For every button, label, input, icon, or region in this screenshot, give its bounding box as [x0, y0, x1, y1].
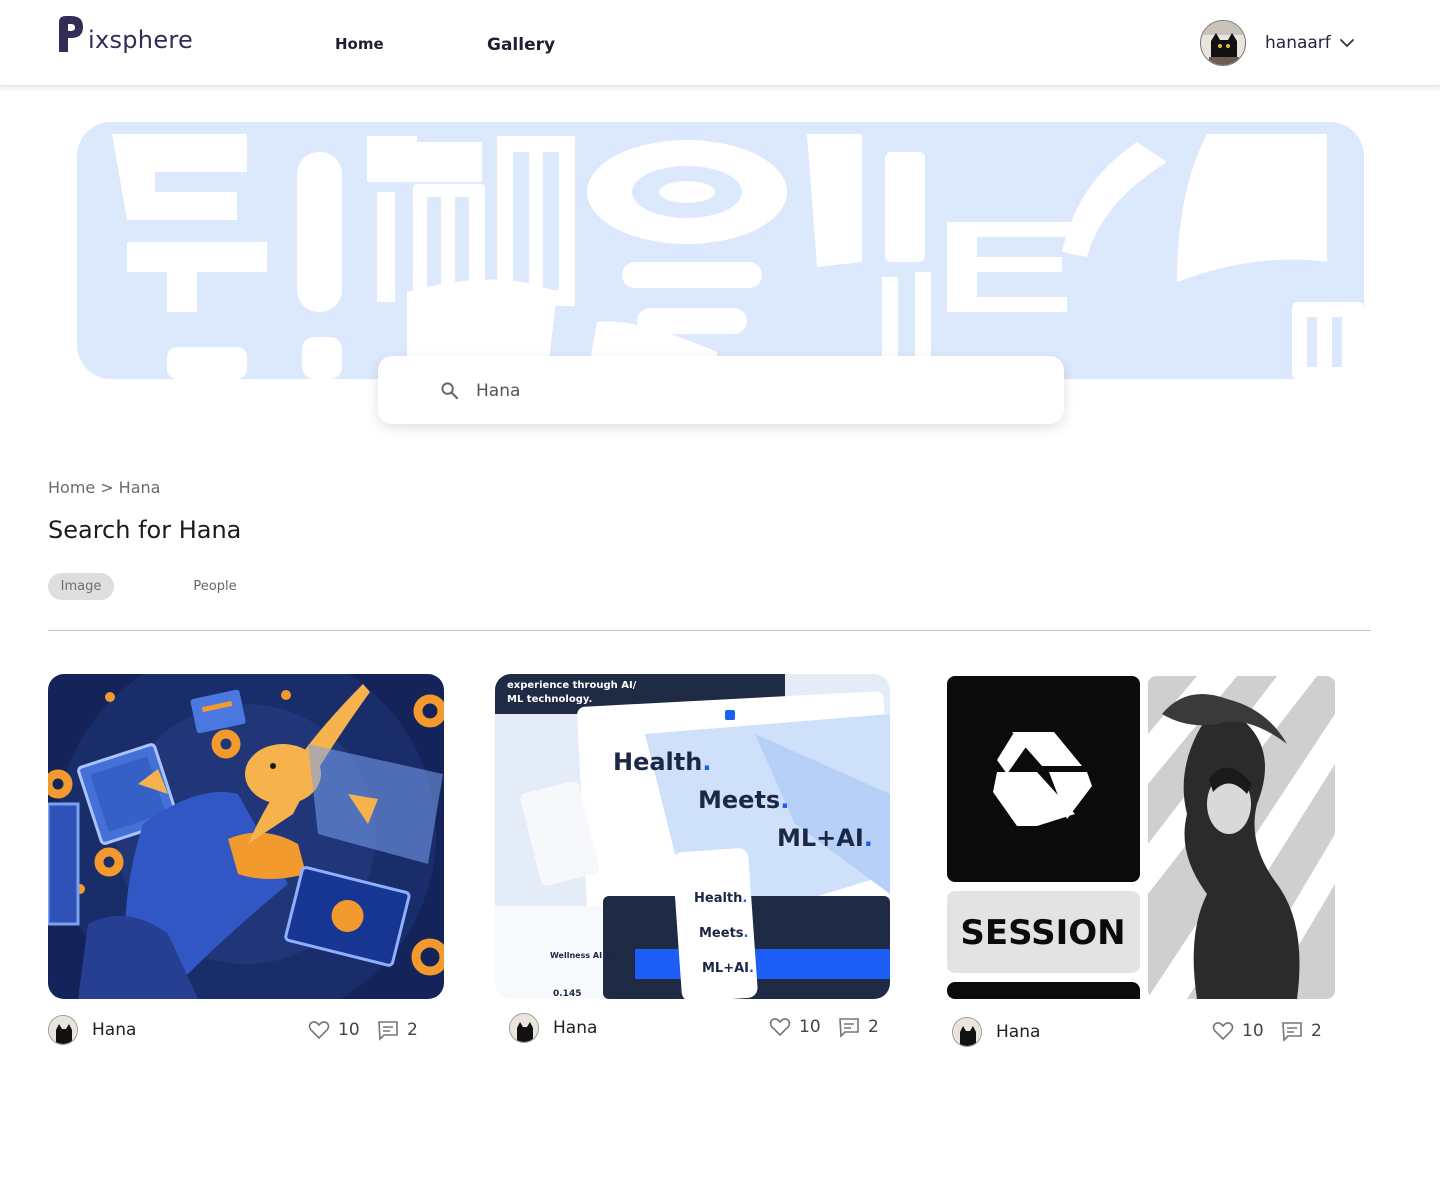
tab-image[interactable]: Image: [48, 573, 114, 600]
gallery-card-image[interactable]: experience through AI/ ML technology. He…: [495, 674, 890, 999]
comment-count: 2: [1281, 1020, 1322, 1042]
nav-home-link[interactable]: Home: [335, 35, 384, 53]
heart-icon[interactable]: [769, 1016, 791, 1038]
breadcrumb-separator: >: [100, 478, 114, 497]
cat-avatar-icon: [953, 1018, 981, 1046]
mock-intro-text: experience through AI/: [507, 680, 637, 691]
heart-icon[interactable]: [308, 1019, 330, 1041]
cat-avatar-icon: [1201, 21, 1245, 65]
author-avatar[interactable]: [952, 1017, 982, 1047]
author-name[interactable]: Hana: [92, 1020, 136, 1040]
breadcrumb-current: Hana: [118, 478, 161, 497]
comment-icon[interactable]: [1281, 1020, 1303, 1042]
card-author: Hana: [509, 1013, 597, 1043]
comment-count: 2: [377, 1019, 418, 1041]
mock-line-3: ML+AI.: [777, 824, 873, 852]
mock-metric: 0.145: [553, 989, 581, 999]
nav-gallery-link[interactable]: Gallery: [487, 35, 555, 55]
like-count: 10: [769, 1016, 821, 1038]
author-avatar[interactable]: [509, 1013, 539, 1043]
breadcrumb-home-link[interactable]: Home: [48, 478, 95, 497]
phone-line-2: Meets.: [699, 926, 748, 941]
search-icon[interactable]: [440, 381, 459, 400]
card-author: Hana: [48, 1015, 136, 1045]
abstract-pattern-illustration: [112, 134, 1364, 379]
comment-count: 2: [838, 1016, 879, 1038]
author-name[interactable]: Hana: [996, 1022, 1040, 1042]
like-count-value: 10: [338, 1020, 360, 1040]
session-brand-text: SESSION: [960, 913, 1125, 953]
author-avatar[interactable]: [48, 1015, 78, 1045]
user-menu[interactable]: hanaarf: [1200, 20, 1355, 66]
like-count-value: 10: [1242, 1021, 1264, 1041]
phone-headline: Health.: [694, 891, 747, 906]
health-ml-mockup-illustration: experience through AI/ ML technology. He…: [495, 674, 890, 999]
logo-p-icon: [59, 16, 83, 52]
mock-intro-text-2: ML technology.: [507, 694, 592, 705]
user-avatar[interactable]: [1200, 20, 1246, 66]
comment-icon[interactable]: [377, 1019, 399, 1041]
username: hanaarf: [1265, 33, 1331, 53]
comment-count-value: 2: [407, 1020, 418, 1040]
pixsphere-logo[interactable]: ixsphere: [56, 14, 193, 54]
like-count-value: 10: [799, 1017, 821, 1037]
phone-line-3: ML+AI.: [702, 961, 754, 976]
mock-line-2: Meets.: [698, 786, 789, 814]
session-brand-illustration: SESSION: [947, 674, 1335, 999]
hero-banner: [77, 122, 1364, 379]
comment-count-value: 2: [1311, 1021, 1322, 1041]
chevron-down-icon[interactable]: [1339, 35, 1355, 51]
search-input[interactable]: [476, 378, 1036, 404]
page-title: Search for Hana: [48, 516, 242, 544]
gallery-card-image[interactable]: SESSION: [947, 674, 1335, 999]
section-divider: [48, 630, 1371, 631]
comment-icon[interactable]: [838, 1016, 860, 1038]
like-count: 10: [308, 1019, 360, 1041]
search-bar: [378, 356, 1064, 424]
heart-icon[interactable]: [1212, 1020, 1234, 1042]
logo-text: ixsphere: [88, 26, 194, 54]
rabbit-astronaut-illustration: [48, 674, 444, 999]
gallery-card-image[interactable]: [48, 674, 444, 999]
top-navbar: ixsphere Home Gallery hanaarf: [0, 0, 1440, 86]
like-count: 10: [1212, 1020, 1264, 1042]
mock-app-name: Wellness AI Ch: [550, 951, 617, 960]
comment-count-value: 2: [868, 1017, 879, 1037]
card-author: Hana: [952, 1017, 1040, 1047]
breadcrumb: Home > Hana: [48, 478, 160, 497]
tab-people[interactable]: People: [180, 573, 250, 600]
mock-headline: Health.: [613, 748, 711, 776]
cat-avatar-icon: [510, 1014, 538, 1042]
cat-avatar-icon: [49, 1016, 77, 1044]
author-name[interactable]: Hana: [553, 1018, 597, 1038]
